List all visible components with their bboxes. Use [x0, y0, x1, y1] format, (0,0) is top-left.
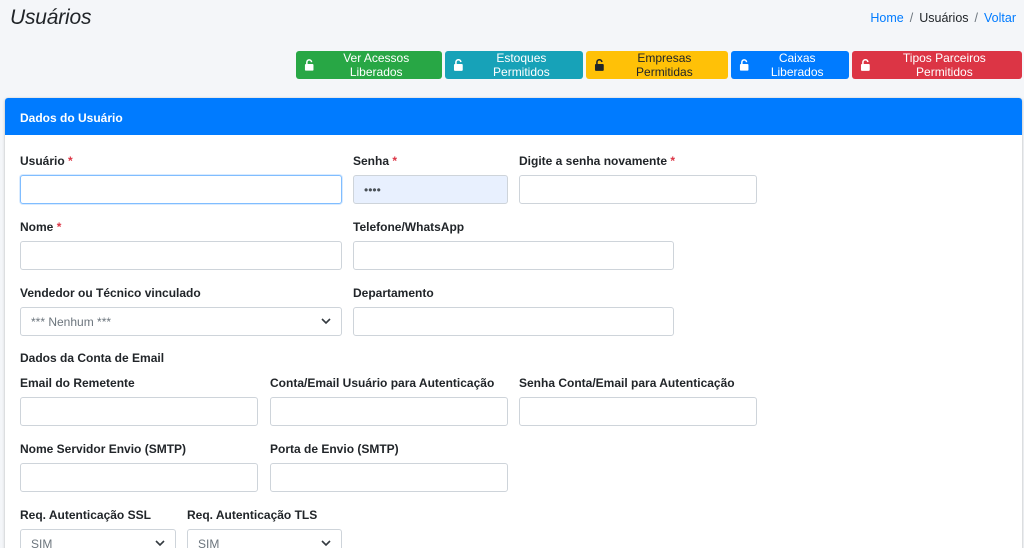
- action-buttons: Ver Acessos Liberados Estoques Permitido…: [296, 51, 1022, 79]
- estoques-label: Estoques Permitidos: [493, 51, 550, 79]
- unlock-icon: [860, 59, 870, 71]
- vendedor-label: Vendedor ou Técnico vinculado: [20, 286, 201, 300]
- smtp-port-label: Porta de Envio (SMTP): [270, 442, 399, 456]
- remetente-input[interactable]: [20, 397, 258, 426]
- vendedor-selected: *** Nenhum ***: [31, 314, 112, 329]
- smtp-server-label: Nome Servidor Envio (SMTP): [20, 442, 187, 456]
- vendedor-select[interactable]: *** Nenhum ***: [20, 307, 342, 336]
- chevron-down-icon: [155, 540, 165, 547]
- telefone-label: Telefone/WhatsApp: [353, 220, 465, 234]
- ssl-selected: SIM: [31, 536, 53, 548]
- breadcrumb-home-link[interactable]: Home: [870, 11, 903, 25]
- ver-acessos-button[interactable]: Ver Acessos Liberados: [296, 51, 442, 79]
- conta-auth-label: Conta/Email Usuário para Autenticação: [270, 376, 495, 390]
- breadcrumb-back-link[interactable]: Voltar: [984, 11, 1016, 25]
- senha-input[interactable]: [353, 175, 508, 204]
- senha-confirm-input[interactable]: [519, 175, 757, 204]
- caixas-label: Caixas Liberados: [770, 51, 824, 79]
- unlock-icon: [739, 59, 749, 71]
- breadcrumb-separator: /: [974, 11, 979, 25]
- breadcrumb-current: Usuários: [919, 11, 969, 25]
- unlock-icon: [453, 59, 463, 71]
- estoques-button[interactable]: Estoques Permitidos: [445, 51, 583, 79]
- conta-auth-input[interactable]: [270, 397, 508, 426]
- usuario-label: Usuário *: [20, 154, 73, 168]
- senha-confirm-label: Digite a senha novamente *: [519, 154, 676, 168]
- chevron-down-icon: [321, 318, 331, 325]
- unlock-icon: [594, 59, 604, 71]
- nome-label: Nome *: [20, 220, 62, 234]
- departamento-input[interactable]: [353, 307, 674, 336]
- empresas-label: Empresas Permitidas: [636, 51, 693, 79]
- ssl-label: Req. Autenticação SSL: [20, 508, 151, 522]
- user-data-card: Dados do Usuário Usuário * Senha * Digit…: [5, 98, 1022, 548]
- smtp-port-input[interactable]: [270, 463, 508, 492]
- senha-auth-input[interactable]: [519, 397, 757, 426]
- ver-acessos-label: Ver Acessos Liberados: [343, 51, 410, 79]
- smtp-server-input[interactable]: [20, 463, 258, 492]
- senha-label: Senha *: [353, 154, 398, 168]
- usuario-input[interactable]: [20, 175, 342, 204]
- departamento-label: Departamento: [353, 286, 434, 300]
- tipos-parceiros-label: Tipos Parceiros Permitidos: [902, 51, 986, 79]
- card-title: Dados do Usuário: [5, 98, 1022, 135]
- tls-label: Req. Autenticação TLS: [187, 508, 318, 522]
- breadcrumb: Home / Usuários / Voltar: [870, 11, 1016, 25]
- email-section-title: Dados da Conta de Email: [20, 351, 165, 365]
- tipos-parceiros-button[interactable]: Tipos Parceiros Permitidos: [852, 51, 1022, 79]
- tls-selected: SIM: [198, 536, 220, 548]
- chevron-down-icon: [321, 540, 331, 547]
- caixas-button[interactable]: Caixas Liberados: [731, 51, 849, 79]
- unlock-icon: [304, 59, 314, 71]
- empresas-button[interactable]: Empresas Permitidas: [586, 51, 728, 79]
- tls-select[interactable]: SIM: [187, 529, 342, 548]
- telefone-input[interactable]: [353, 241, 674, 270]
- ssl-select[interactable]: SIM: [20, 529, 176, 548]
- remetente-label: Email do Remetente: [20, 376, 135, 390]
- senha-auth-label: Senha Conta/Email para Autenticação: [519, 376, 735, 390]
- nome-input[interactable]: [20, 241, 342, 270]
- page-title: Usuários: [10, 6, 92, 29]
- breadcrumb-separator: /: [909, 11, 914, 25]
